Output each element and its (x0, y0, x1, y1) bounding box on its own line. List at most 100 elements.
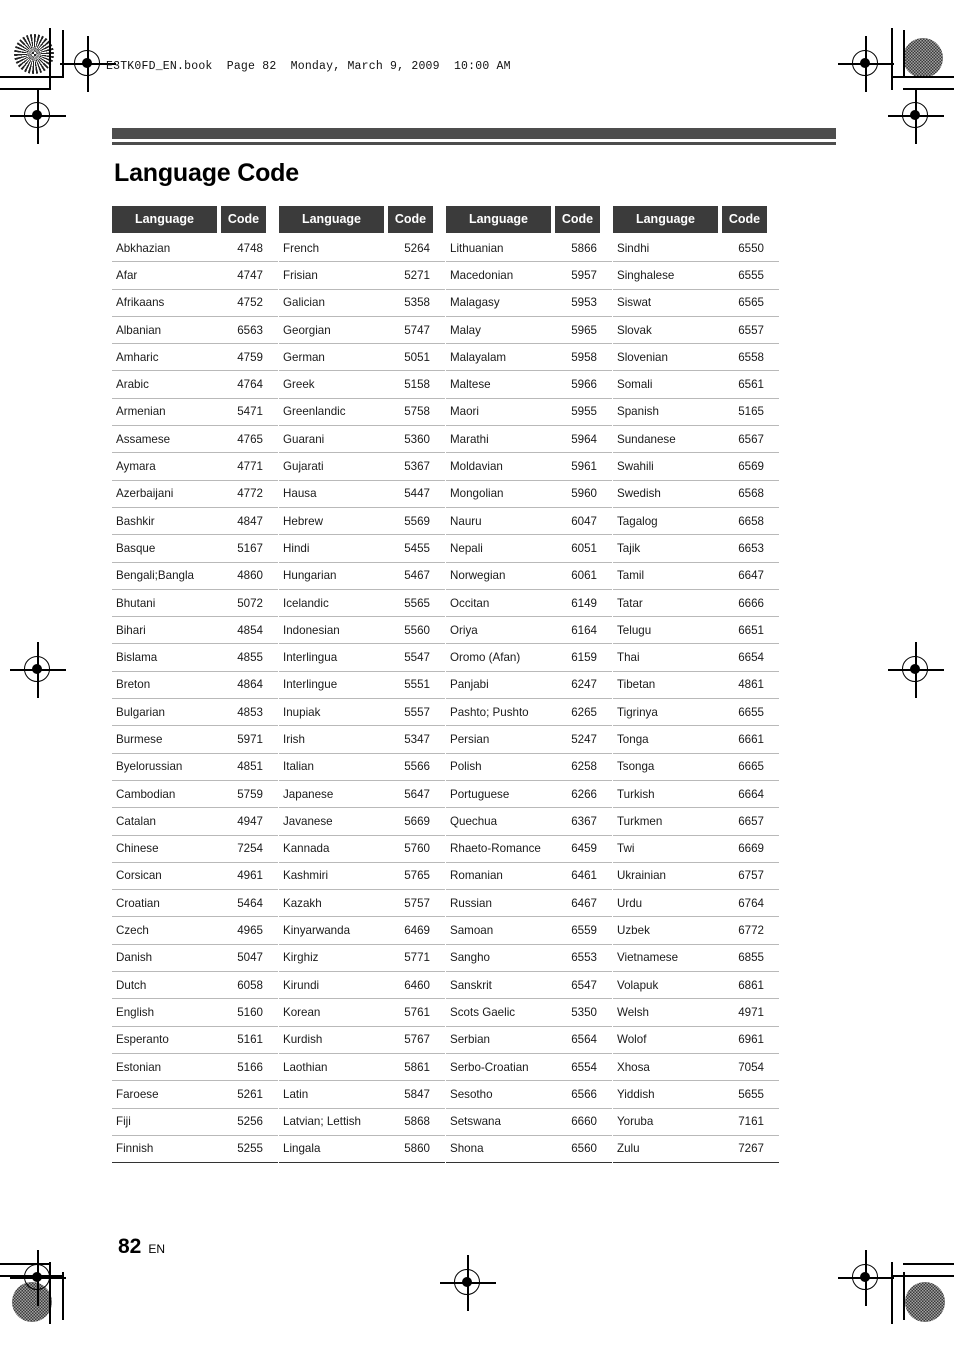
table-header-row: Language Code (613, 206, 779, 233)
table-row: Bislama 4855 (112, 644, 278, 672)
table-row: Bengali;Bangla 4860 (112, 563, 278, 590)
page-footer: 82 EN (118, 1235, 165, 1259)
table-row: Lithuanian 5866 (446, 235, 612, 263)
cell-code: 5464 (237, 896, 263, 910)
cell-language: Hungarian (283, 569, 337, 583)
cell-code: 5765 (404, 869, 430, 883)
table-row: Japanese 5647 (279, 781, 445, 809)
cell-code: 6149 (571, 596, 597, 610)
registration-mark-left-middle (10, 642, 66, 698)
table-row: Amharic 4759 (112, 344, 278, 372)
column-header-language: Language (446, 206, 551, 233)
cell-code: 4772 (237, 487, 263, 501)
table-row: Italian 5566 (279, 754, 445, 781)
cell-language: Lingala (283, 1142, 321, 1156)
cell-language: Kashmiri (283, 869, 329, 883)
table-row: Sangho 6553 (446, 945, 612, 973)
cell-code: 5760 (404, 842, 430, 856)
table-row: Maltese 5966 (446, 371, 612, 399)
table-row: Catalan 4947 (112, 808, 278, 836)
cell-language: Mongolian (450, 487, 504, 501)
cell-code: 6247 (571, 678, 597, 692)
table-row: Tajik 6653 (613, 535, 779, 563)
cell-code: 6657 (738, 814, 764, 828)
table-row: Mongolian 5960 (446, 481, 612, 508)
registration-mark-bottom-center (440, 1255, 496, 1311)
cell-code: 6658 (738, 514, 764, 528)
cell-language: Danish (116, 951, 153, 965)
column-header-language: Language (279, 206, 384, 233)
cell-language: Serbian (450, 1033, 490, 1047)
table-row: Afrikaans 4752 (112, 290, 278, 317)
cell-language: Tagalog (617, 514, 658, 528)
cell-code: 4861 (738, 678, 764, 692)
cell-code: 5167 (237, 541, 263, 555)
cell-language: Swahili (617, 460, 654, 474)
cell-code: 5759 (237, 787, 263, 801)
cell-code: 4961 (237, 869, 263, 883)
table-row: Oriya 6164 (446, 617, 612, 645)
table-row: Lingala 5860 (279, 1136, 445, 1164)
table-row: Cambodian 5759 (112, 781, 278, 809)
cell-language: Kirundi (283, 978, 320, 992)
cell-language: Bulgarian (116, 705, 165, 719)
cell-code: 6664 (738, 787, 764, 801)
cell-code: 4752 (237, 296, 263, 310)
table-row: Pashto; Pushto 6265 (446, 699, 612, 727)
cell-language: Greenlandic (283, 405, 346, 419)
table-row: Sundanese 6567 (613, 426, 779, 454)
cell-language: Maori (450, 405, 479, 419)
cell-code: 6764 (738, 896, 764, 910)
cell-code: 5757 (404, 896, 430, 910)
table-row: Swahili 6569 (613, 453, 779, 481)
cell-language: Kurdish (283, 1033, 323, 1047)
table-row: Estonian 5166 (112, 1054, 278, 1082)
table-row: Interlingua 5547 (279, 644, 445, 672)
table-row: Persian 5247 (446, 726, 612, 754)
cell-code: 6547 (571, 978, 597, 992)
crop-mark-tl-v (49, 28, 51, 90)
cell-language: Shona (450, 1142, 484, 1156)
cell-language: Slovak (617, 323, 652, 337)
table-row: Chinese 7254 (112, 836, 278, 863)
cell-code: 6654 (738, 651, 764, 665)
table-row: Danish 5047 (112, 945, 278, 973)
table-row: Twi 6669 (613, 836, 779, 863)
cell-code: 6469 (404, 924, 430, 938)
page-title: Language Code (114, 159, 299, 187)
cell-code: 6265 (571, 705, 597, 719)
cell-language: Kazakh (283, 896, 322, 910)
cell-language: Yiddish (617, 1087, 655, 1101)
cell-code: 6661 (738, 732, 764, 746)
cell-code: 6266 (571, 787, 597, 801)
cell-code: 4759 (237, 350, 263, 364)
cell-code: 5072 (237, 596, 263, 610)
table-row: Kashmiri 5765 (279, 863, 445, 891)
cell-language: Breton (116, 678, 151, 692)
cell-language: Dutch (116, 978, 147, 992)
cell-language: Tsonga (617, 760, 655, 774)
table-row: Nauru 6047 (446, 508, 612, 536)
cell-language: Bhutani (116, 596, 156, 610)
table-row: Tsonga 6665 (613, 754, 779, 781)
cell-language: Zulu (617, 1142, 640, 1156)
cell-language: Occitan (450, 596, 490, 610)
table-row: Tatar 6666 (613, 590, 779, 618)
cell-language: Siswat (617, 296, 652, 310)
cell-language: Maltese (450, 378, 491, 392)
cell-language: Tamil (617, 569, 645, 583)
cell-code: 4847 (237, 514, 263, 528)
cell-language: Bengali;Bangla (116, 569, 194, 583)
cell-language: Panjabi (450, 678, 489, 692)
cell-code: 5047 (237, 951, 263, 965)
cell-language: Afar (116, 268, 138, 282)
cell-language: Gujarati (283, 460, 324, 474)
cell-code: 6561 (738, 378, 764, 392)
cell-code: 5868 (404, 1115, 430, 1129)
table-row: Singhalese 6555 (613, 262, 779, 290)
cell-language: Italian (283, 760, 314, 774)
table-row: Hebrew 5569 (279, 508, 445, 536)
table-row: Malay 5965 (446, 317, 612, 345)
table-row: Guarani 5360 (279, 426, 445, 454)
cell-language: Indonesian (283, 623, 340, 637)
